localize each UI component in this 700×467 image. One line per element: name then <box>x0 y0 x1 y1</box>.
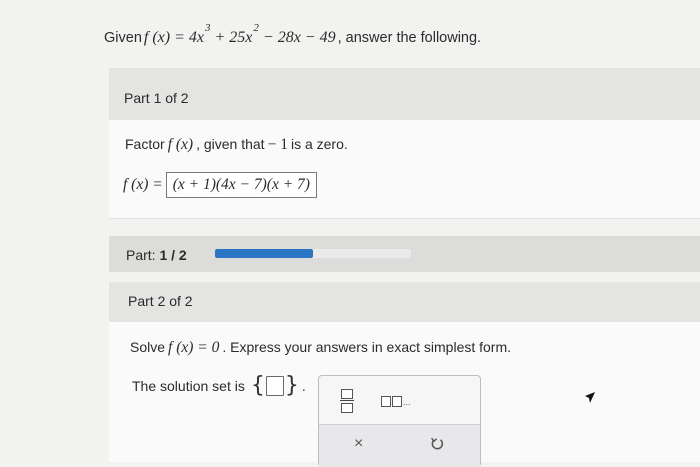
part-progress: Part: 1 / 2 <box>109 236 700 272</box>
progress-label: Part: 1 / 2 <box>126 247 187 263</box>
solution-label: The solution set is <box>132 378 245 394</box>
part2-title: Part 2 of 2 <box>128 293 193 309</box>
part1-body: Factor f (x) , given that − 1 is a zero.… <box>109 120 700 219</box>
progress-fill <box>215 249 313 258</box>
question-prefix: Given <box>104 30 142 46</box>
denominator-box <box>341 403 353 413</box>
numerator-box <box>341 389 353 399</box>
part1-title: Part 1 of 2 <box>124 90 189 106</box>
factor-answer-field[interactable]: (x + 1)(4x − 7)(x + 7) <box>165 172 317 198</box>
solution-period: . <box>301 378 306 394</box>
fraction-template-icon[interactable] <box>340 388 354 414</box>
solve-prompt: Solve f (x) = 0 . Express your answers i… <box>130 339 512 356</box>
function-expression: f (x) = 4x3 + 25x2 − 28x − 49 <box>143 22 336 46</box>
factor-prompt: Factor f (x) , given that − 1 is a zero. <box>125 136 348 153</box>
progress-value: 1 / 2 <box>159 247 187 263</box>
factor-answer-row: f (x) = (x + 1)(4x − 7)(x + 7) <box>123 172 317 198</box>
mouse-cursor-icon <box>585 392 595 403</box>
list-box-2 <box>392 396 402 407</box>
list-template-icon[interactable]: ... <box>381 393 411 407</box>
part2-header: Part 2 of 2 <box>109 282 700 322</box>
palette-footer: × <box>319 424 480 467</box>
list-box-1 <box>381 396 391 407</box>
solution-set-input[interactable] <box>265 376 284 396</box>
close-icon[interactable]: × <box>354 435 363 453</box>
question-text: Given f (x) = 4x3 + 25x2 − 28x − 49 , an… <box>104 22 481 47</box>
fraction-bar <box>340 400 354 401</box>
progress-track <box>215 249 411 258</box>
brace-close: } <box>284 373 299 398</box>
answer-lhs: f (x) = <box>123 176 163 193</box>
solution-row: The solution set is { } . <box>132 375 306 397</box>
math-palette: ... × <box>318 375 481 467</box>
part1-header: Part 1 of 2 <box>109 68 700 120</box>
undo-icon[interactable] <box>429 436 445 452</box>
list-ellipsis: ... <box>403 397 411 407</box>
question-suffix: , answer the following. <box>337 30 482 46</box>
brace-open: { <box>250 373 265 398</box>
